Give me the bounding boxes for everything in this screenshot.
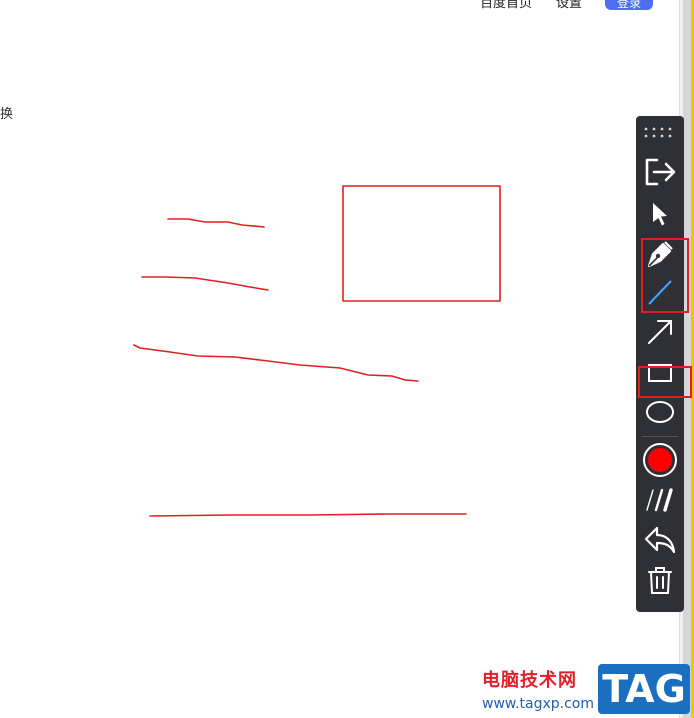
drawn-rectangle xyxy=(342,185,501,302)
annotation-toolbar xyxy=(636,116,684,612)
arrow-icon[interactable] xyxy=(636,314,684,350)
watermark-url: www.tagxp.com xyxy=(482,696,594,712)
watermark-tag-logo: TAG xyxy=(598,664,690,714)
freehand-stroke xyxy=(133,344,419,382)
pointer-icon[interactable] xyxy=(636,196,684,232)
stroke-width-icon[interactable] xyxy=(636,482,684,518)
exit-icon[interactable] xyxy=(636,154,684,190)
watermark-site-name: 电脑技术网 xyxy=(482,670,577,691)
watermark: 电脑技术网 www.tagxp.com TAG xyxy=(480,664,694,718)
toolbar-divider xyxy=(642,436,678,437)
drag-handle-icon[interactable] xyxy=(636,118,684,146)
trash-icon[interactable] xyxy=(636,562,684,598)
drawing-canvas[interactable] xyxy=(0,0,694,718)
freehand-stroke xyxy=(149,513,467,517)
highlight-box-pen-line xyxy=(641,238,689,313)
freehand-stroke xyxy=(141,276,269,291)
undo-icon[interactable] xyxy=(636,522,684,558)
freehand-stroke xyxy=(167,218,265,228)
highlight-box-rectangle xyxy=(638,366,692,398)
ellipse-icon[interactable] xyxy=(636,394,684,430)
color-swatch-icon[interactable] xyxy=(636,442,684,478)
